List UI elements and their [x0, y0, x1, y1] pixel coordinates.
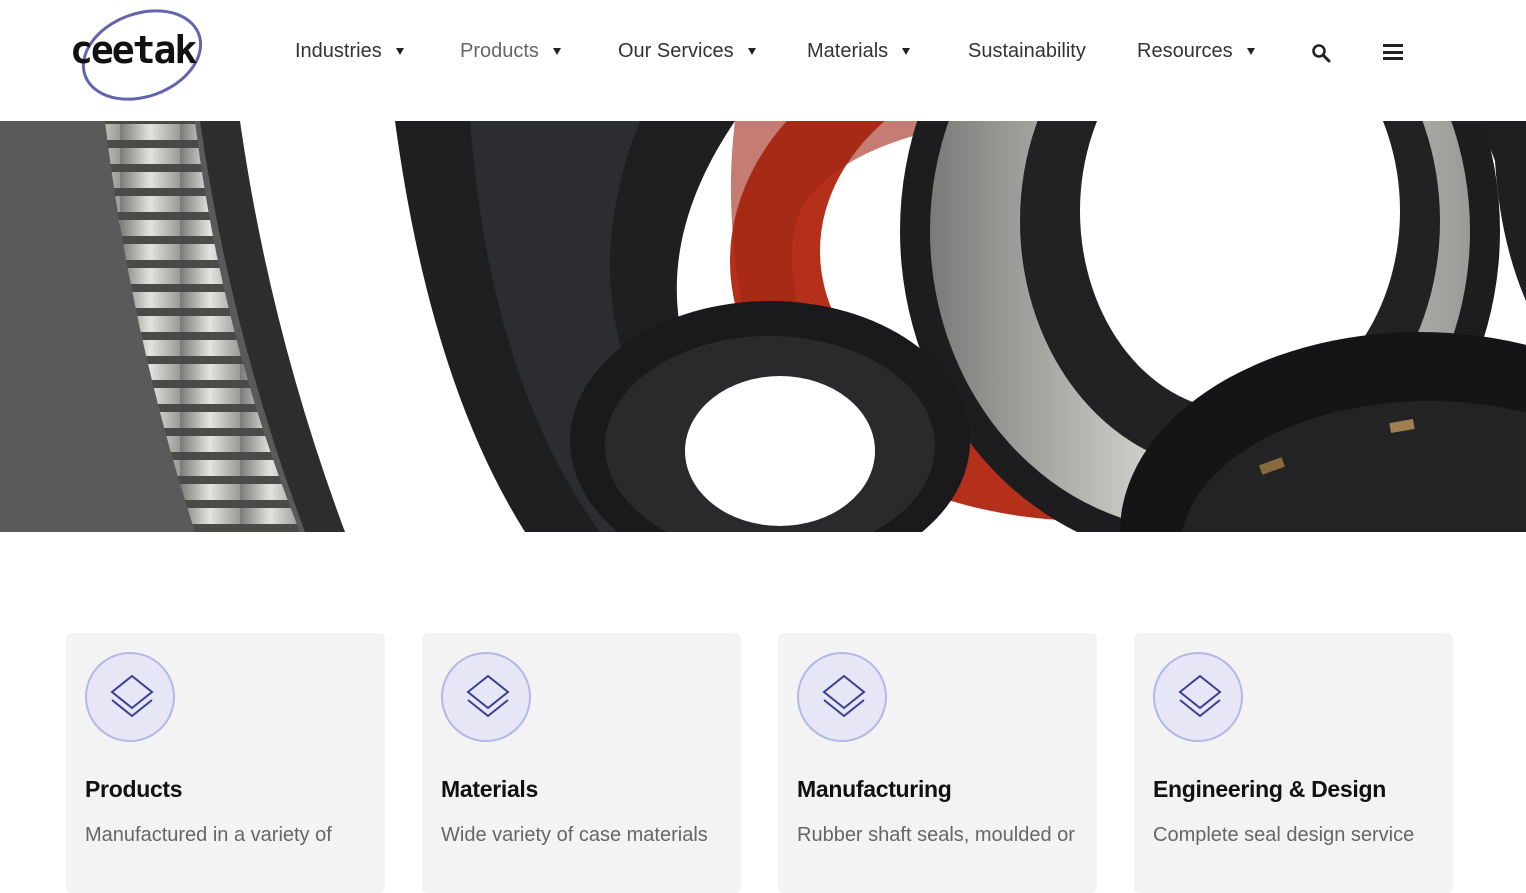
layers-icon — [1153, 652, 1243, 742]
nav-label: Industries — [295, 40, 382, 62]
nav-item-industries[interactable]: Industries — [295, 40, 404, 63]
card-title: Engineering & Design — [1153, 776, 1386, 802]
card-products[interactable]: Products Manufactured in a variety of — [66, 633, 385, 893]
search-icon[interactable] — [1311, 43, 1331, 63]
card-engineering-design[interactable]: Engineering & Design Complete seal desig… — [1134, 633, 1453, 893]
layers-icon — [441, 652, 531, 742]
card-title: Manufacturing — [797, 776, 952, 802]
card-description: Complete seal design service — [1153, 824, 1415, 846]
nav-item-materials[interactable]: Materials — [807, 40, 911, 63]
card-description: Rubber shaft seals, moulded or — [797, 824, 1075, 846]
nav-item-products[interactable]: Products — [460, 40, 561, 63]
nav-item-sustainability[interactable]: Sustainability — [968, 40, 1086, 63]
card-description: Manufactured in a variety of — [85, 824, 332, 846]
site-header: ceetak Industries Products Our Services … — [0, 0, 1526, 121]
nav-label: Our Services — [618, 40, 734, 62]
nav-label: Resources — [1137, 40, 1233, 62]
caret-down-icon — [552, 48, 561, 55]
card-title: Products — [85, 776, 183, 802]
card-materials[interactable]: Materials Wide variety of case materials — [422, 633, 741, 893]
caret-down-icon — [747, 48, 756, 55]
caret-down-icon — [1246, 48, 1255, 55]
card-title: Materials — [441, 776, 539, 802]
hamburger-menu-icon[interactable] — [1383, 44, 1403, 60]
nav-item-resources[interactable]: Resources — [1137, 40, 1255, 63]
layers-icon — [85, 652, 175, 742]
ceetak-logo[interactable]: ceetak — [69, 0, 220, 117]
nav-label: Sustainability — [968, 40, 1086, 62]
nav-label: Materials — [807, 40, 889, 62]
layers-icon — [797, 652, 887, 742]
card-manufacturing[interactable]: Manufacturing Rubber shaft seals, moulde… — [778, 633, 1097, 893]
card-description: Wide variety of case materials — [441, 824, 708, 846]
caret-down-icon — [395, 48, 404, 55]
caret-down-icon — [902, 48, 911, 55]
nav-label: Products — [460, 40, 539, 62]
feature-cards: Products Manufactured in a variety of Ma… — [0, 633, 1526, 893]
hero-banner-image — [0, 121, 1526, 532]
logo-wordmark: ceetak — [70, 28, 197, 72]
nav-item-our-services[interactable]: Our Services — [618, 40, 756, 63]
